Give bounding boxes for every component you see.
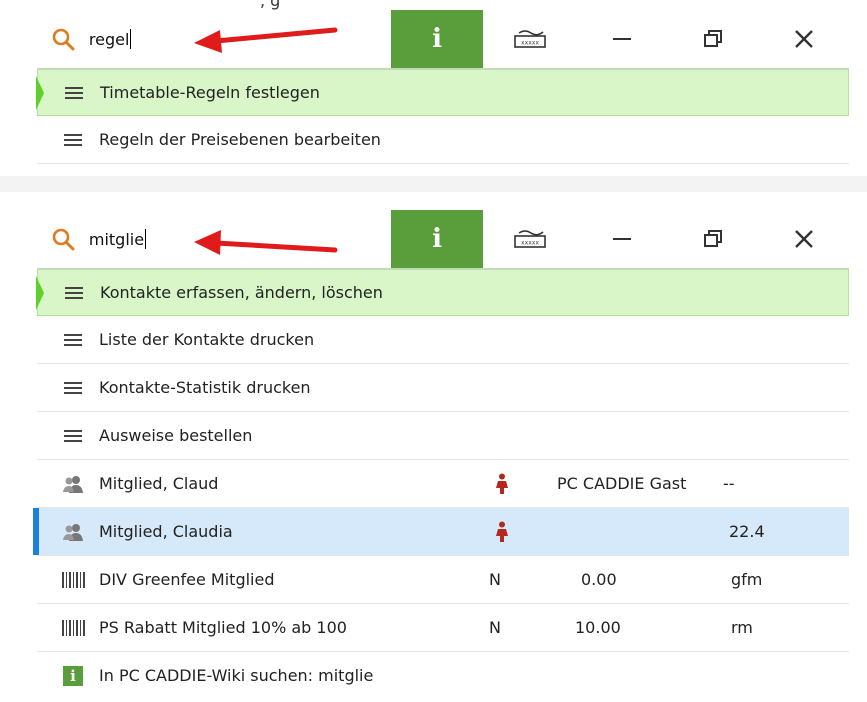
list-item[interactable]: Timetable-Regeln festlegen bbox=[36, 69, 849, 116]
minimize-icon[interactable] bbox=[577, 210, 668, 268]
wiki-search-item[interactable]: i In PC CADDIE-Wiki suchen: mitglie bbox=[37, 652, 849, 699]
search-input-value: regel bbox=[88, 29, 130, 49]
search-panel-regel: regel i xxxxx Timetable-Regeln festlegen… bbox=[36, 10, 849, 168]
article-row[interactable]: DIV Greenfee Mitglied N 0.00 gfm bbox=[37, 556, 849, 604]
article-row[interactable]: PS Rabatt Mitglied 10% ab 100 N 10.00 rm bbox=[37, 604, 849, 652]
barcode-icon bbox=[47, 570, 99, 590]
list-item[interactable]: Kontakte erfassen, ändern, löschen bbox=[36, 269, 849, 316]
restore-icon[interactable] bbox=[667, 10, 758, 68]
list-item-label: Kontakte-Statistik drucken bbox=[99, 378, 311, 397]
list-item-label: Regeln der Preisebenen bearbeiten bbox=[99, 130, 381, 149]
search-bar: mitglie i xxxxx bbox=[37, 210, 849, 269]
contact-name: Mitglied, Claudia bbox=[99, 522, 233, 541]
search-icon[interactable] bbox=[37, 10, 89, 68]
contact-icon bbox=[47, 474, 99, 494]
female-person-icon bbox=[495, 508, 509, 555]
article-code: gfm bbox=[731, 570, 763, 589]
list-item-label: Timetable-Regeln festlegen bbox=[100, 83, 320, 102]
contact-handicap: 22.4 bbox=[729, 522, 765, 541]
contact-row[interactable]: Mitglied, Claud PC CADDIE Gast -- bbox=[37, 460, 849, 508]
info-button[interactable]: i bbox=[391, 10, 483, 68]
close-icon[interactable] bbox=[758, 210, 849, 268]
svg-text:xxxxx: xxxxx bbox=[521, 240, 539, 247]
article-flag: N bbox=[489, 618, 501, 637]
keyboard-icon[interactable]: xxxxx bbox=[483, 10, 577, 68]
annotation-arrow-icon bbox=[194, 230, 338, 255]
menu-icon bbox=[48, 86, 100, 100]
list-item-label: Ausweise bestellen bbox=[99, 426, 253, 445]
keyboard-icon[interactable]: xxxxx bbox=[483, 210, 577, 268]
contact-icon bbox=[47, 522, 99, 542]
contact-row[interactable]: Mitglied, Claudia 22.4 bbox=[33, 508, 849, 556]
menu-icon bbox=[47, 381, 99, 395]
svg-text:xxxxx: xxxxx bbox=[521, 40, 539, 47]
article-flag: N bbox=[489, 570, 501, 589]
restore-icon[interactable] bbox=[667, 210, 758, 268]
annotation-arrow-icon bbox=[194, 27, 338, 53]
menu-icon bbox=[47, 333, 99, 347]
female-person-icon bbox=[495, 460, 509, 507]
separator bbox=[0, 176, 867, 192]
article-code: rm bbox=[731, 618, 753, 637]
article-name: DIV Greenfee Mitglied bbox=[99, 570, 275, 589]
contact-status: PC CADDIE Gast bbox=[557, 474, 687, 493]
contact-handicap: -- bbox=[723, 474, 735, 493]
search-icon[interactable] bbox=[37, 210, 89, 268]
menu-icon bbox=[48, 286, 100, 300]
article-price: 0.00 bbox=[581, 570, 617, 589]
barcode-icon bbox=[47, 618, 99, 638]
list-item[interactable]: Liste der Kontakte drucken bbox=[37, 316, 849, 364]
menu-icon bbox=[47, 429, 99, 443]
contact-name: Mitglied, Claud bbox=[99, 474, 219, 493]
menu-icon bbox=[47, 133, 99, 147]
search-input-value: mitglie bbox=[88, 229, 145, 249]
search-panel-mitglie: mitglie i xxxxx Kontakte erfassen, änder… bbox=[33, 210, 849, 702]
article-price: 10.00 bbox=[575, 618, 621, 637]
close-icon[interactable] bbox=[758, 10, 849, 68]
minimize-icon[interactable] bbox=[577, 10, 668, 68]
wiki-search-label: In PC CADDIE-Wiki suchen: mitglie bbox=[99, 666, 374, 685]
info-button[interactable]: i bbox=[391, 210, 483, 268]
info-icon: i bbox=[47, 665, 99, 686]
search-bar: regel i xxxxx bbox=[37, 10, 849, 69]
list-item-label: Kontakte erfassen, ändern, löschen bbox=[100, 283, 383, 302]
list-item[interactable]: Regeln der Preisebenen bearbeiten bbox=[37, 116, 849, 164]
list-item[interactable]: Kontakte-Statistik drucken bbox=[37, 364, 849, 412]
cut-off-caption: , g bbox=[260, 0, 281, 10]
list-item-label: Liste der Kontakte drucken bbox=[99, 330, 315, 349]
list-item[interactable]: Ausweise bestellen bbox=[37, 412, 849, 460]
article-name: PS Rabatt Mitglied 10% ab 100 bbox=[99, 618, 347, 637]
